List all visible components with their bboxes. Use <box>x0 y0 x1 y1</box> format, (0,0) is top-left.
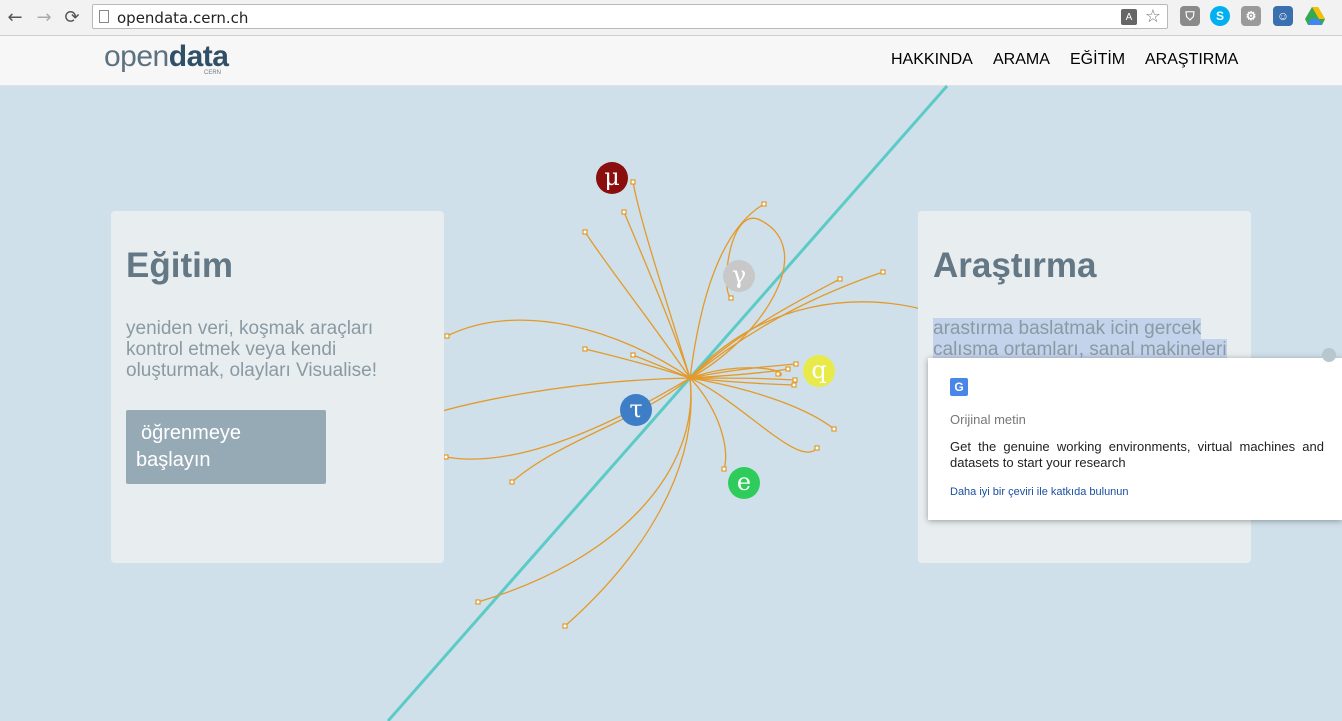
tau-particle-icon: τ <box>620 394 652 426</box>
popup-title: Orijinal metin <box>950 412 1026 427</box>
start-learning-button[interactable]: öğrenmeye başlayın <box>126 410 326 484</box>
scroll-handle[interactable] <box>1322 348 1336 362</box>
photon-particle-icon: γ <box>723 260 755 292</box>
muon-particle-icon: μ <box>596 162 628 194</box>
quark-particle-icon: q <box>803 355 835 387</box>
research-description[interactable]: arastırma baslatmak icin gercek calısma … <box>933 318 1227 360</box>
translate-popup: G Orijinal metin Get the genuine working… <box>928 358 1342 520</box>
particle-tracks <box>390 181 933 627</box>
popup-original-text: Get the genuine working environments, vi… <box>950 439 1324 470</box>
google-translate-icon: G <box>950 378 968 396</box>
research-title: Araştırma <box>933 246 1097 285</box>
contribute-translation-link[interactable]: Daha iyi bir çeviri ile katkıda bulunun <box>950 486 1129 498</box>
electron-particle-icon: e <box>728 467 760 499</box>
education-card: Eğitim yeniden veri, koşmak araçları kon… <box>111 211 444 563</box>
education-title: Eğitim <box>126 246 233 285</box>
education-description: yeniden veri, koşmak araçları kontrol et… <box>126 318 377 381</box>
